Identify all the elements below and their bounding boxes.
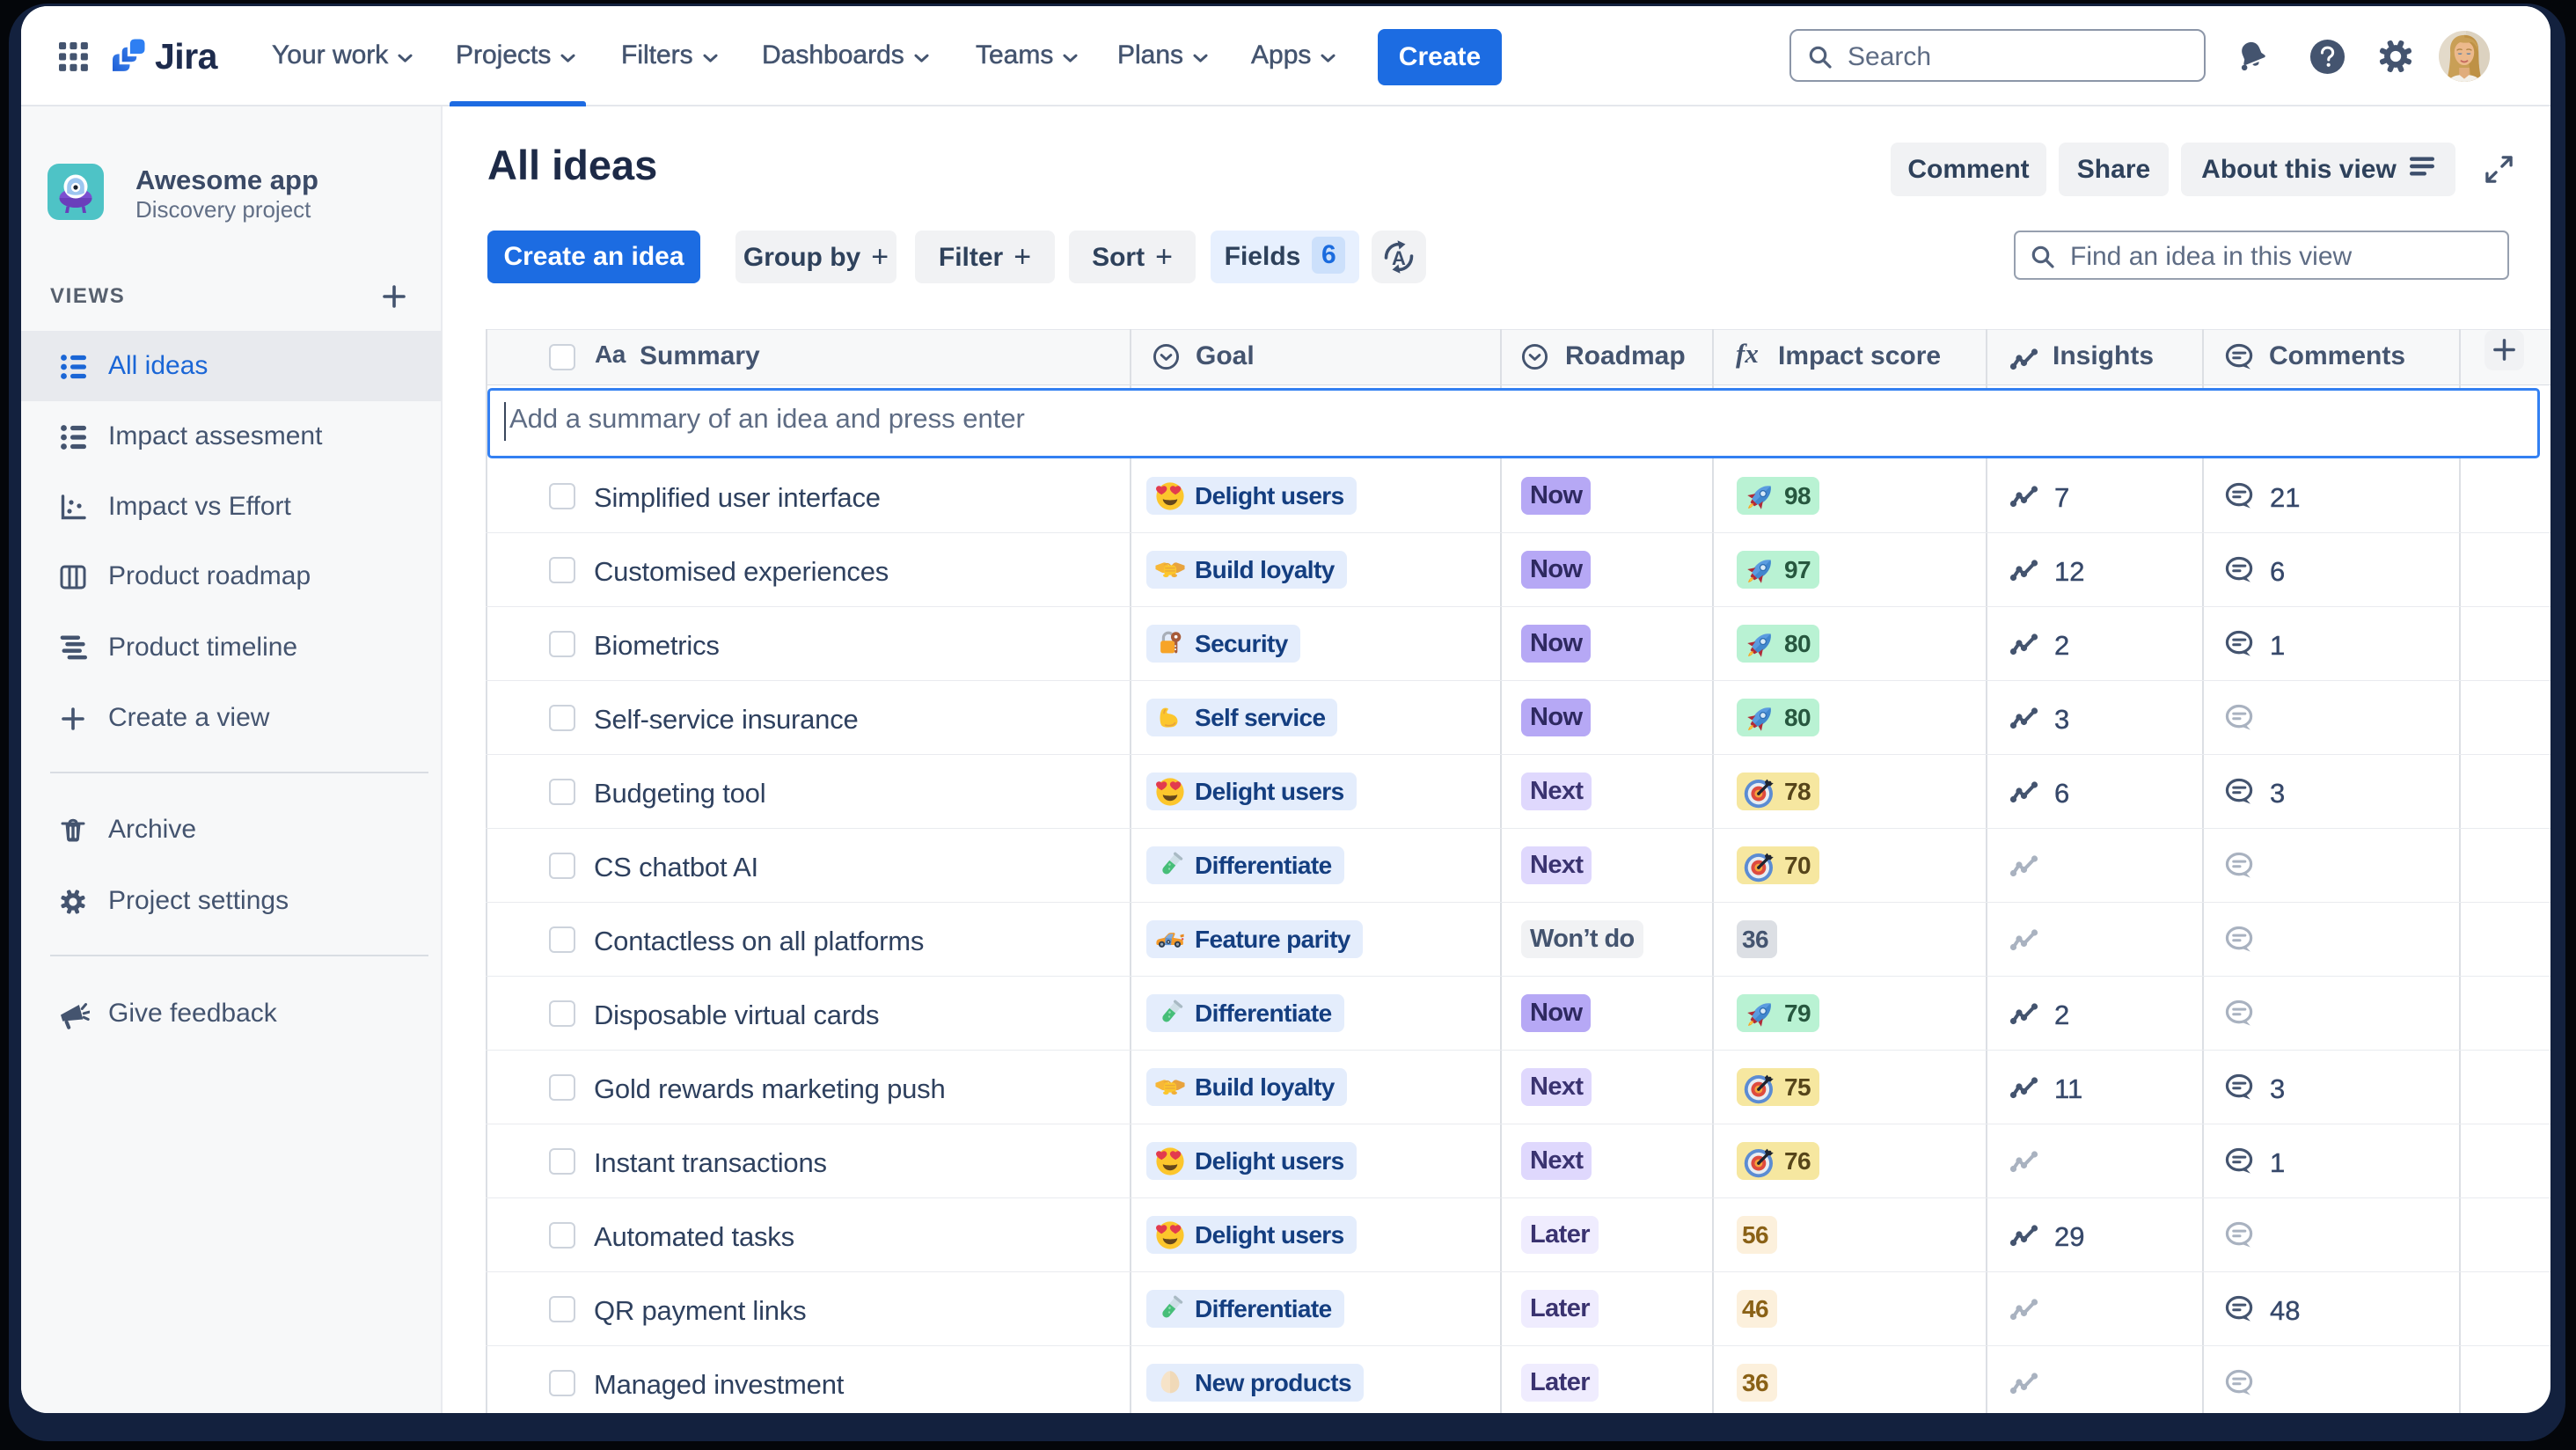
svg-text:A: A <box>1392 247 1406 269</box>
